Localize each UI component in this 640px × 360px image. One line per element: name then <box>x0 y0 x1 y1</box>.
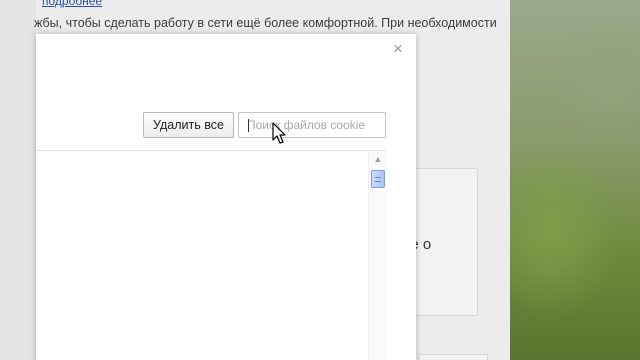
desktop-wallpaper <box>510 0 640 360</box>
close-icon[interactable]: × <box>390 40 406 58</box>
cookie-list[interactable] <box>36 150 386 360</box>
scroll-thumb[interactable] <box>371 170 385 188</box>
background-details-link[interactable]: подробнее <box>42 0 102 8</box>
background-left-strip <box>0 0 36 360</box>
cookies-dialog: × Удалить все ▲ <box>36 34 416 360</box>
scroll-up-arrow-icon[interactable]: ▲ <box>372 154 384 164</box>
delete-all-button[interactable]: Удалить все <box>143 112 234 138</box>
mouse-cursor-icon <box>272 122 286 144</box>
background-description-text: жбы, чтобы сделать работу в сети ещё бол… <box>34 16 497 30</box>
list-scrollbar[interactable]: ▲ <box>368 152 386 360</box>
background-panel-bottom <box>418 354 488 360</box>
cookie-search-input[interactable] <box>238 112 386 138</box>
text-caret <box>248 119 249 132</box>
